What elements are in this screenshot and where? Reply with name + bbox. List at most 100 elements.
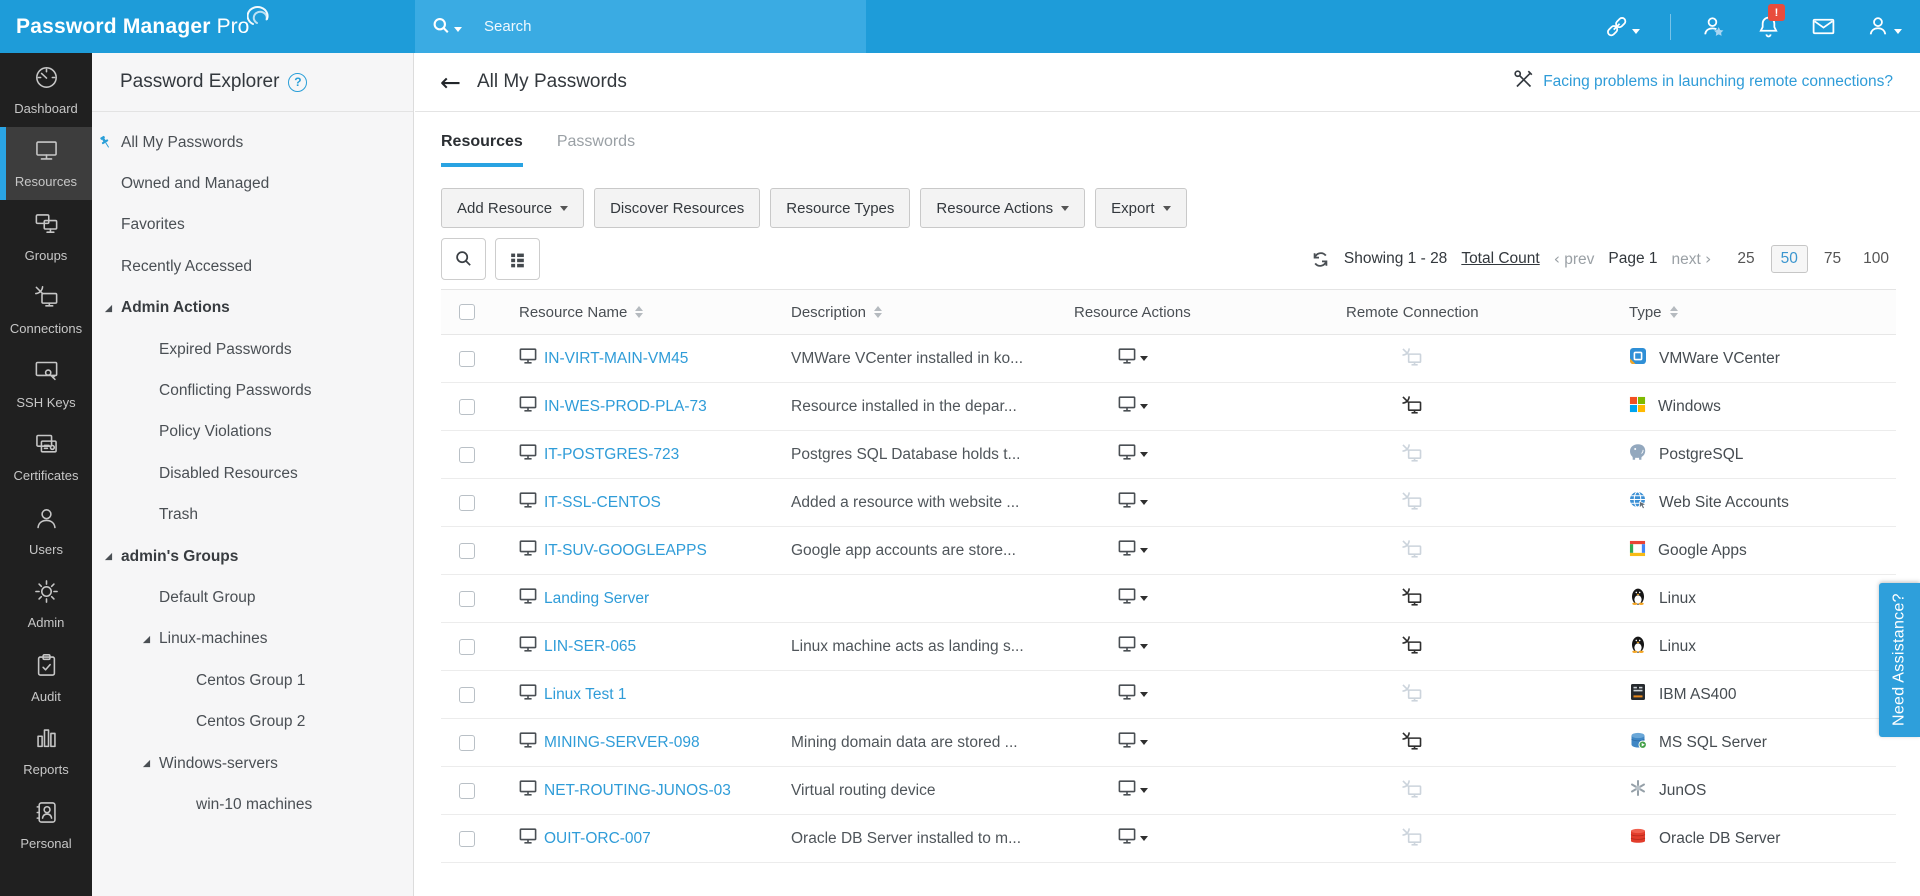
resource-name-link[interactable]: IN-VIRT-MAIN-VM45 [544,350,688,368]
resource-actions-menu[interactable] [1056,540,1286,561]
resource-actions-menu[interactable] [1056,348,1286,369]
sidebar-item-resources[interactable]: Resources [0,127,92,201]
account-person-icon[interactable] [1866,14,1902,39]
tree-expand-icon[interactable] [104,552,113,561]
sidebar-item-reports[interactable]: Reports [0,715,92,789]
resource-types-button[interactable]: Resource Types [770,188,910,228]
tree-item-all-my-passwords[interactable]: All My Passwords [92,122,413,163]
resource-actions-menu[interactable] [1056,492,1286,513]
column-header-type[interactable]: Type [1586,290,1896,335]
remote-connection-launch-icon[interactable] [1286,635,1586,659]
resource-name-link[interactable]: MINING-SERVER-098 [544,734,700,752]
remote-connection-launch-icon[interactable] [1286,395,1586,419]
page-size-25[interactable]: 25 [1731,246,1760,272]
add-resource-button[interactable]: Add Resource [441,188,584,228]
remote-connection-help-link[interactable]: Facing problems in launching remote conn… [1543,73,1893,91]
column-chooser-button[interactable] [495,238,540,280]
tree-item-win-10-machines[interactable]: win-10 machines [92,784,413,825]
resource-actions-button[interactable]: Resource Actions [920,188,1085,228]
row-checkbox[interactable] [459,735,475,751]
sidebar-item-admin[interactable]: Admin [0,568,92,642]
tree-expand-icon[interactable] [142,635,151,644]
resource-actions-menu[interactable] [1056,588,1286,609]
resource-name-link[interactable]: OUIT-ORC-007 [544,830,651,848]
table-search-button[interactable] [441,238,486,280]
total-count-link[interactable]: Total Count [1461,250,1539,268]
sort-icon[interactable] [1670,306,1678,319]
tree-item-admin-s-groups[interactable]: admin's Groups [92,536,413,577]
resource-actions-menu[interactable] [1056,828,1286,849]
tree-item-policy-violations[interactable]: Policy Violations [92,412,413,453]
sort-icon[interactable] [874,306,882,319]
tree-item-trash[interactable]: Trash [92,495,413,536]
row-checkbox[interactable] [459,639,475,655]
sidebar-item-users[interactable]: Users [0,494,92,568]
row-checkbox[interactable] [459,351,475,367]
back-arrow-icon[interactable]: ← [440,70,461,95]
export-button[interactable]: Export [1095,188,1186,228]
prev-page-button[interactable]: ‹ prev [1554,250,1595,269]
column-header-description[interactable]: Description [773,290,1056,335]
sidebar-item-connections[interactable]: Connections [0,274,92,348]
resource-actions-menu[interactable] [1056,684,1286,705]
resource-name-link[interactable]: NET-ROUTING-JUNOS-03 [544,782,731,800]
tree-expand-icon[interactable] [142,759,151,768]
explorer-help-icon[interactable]: ? [288,73,307,92]
sidebar-item-dashboard[interactable]: Dashboard [0,53,92,127]
tab-passwords[interactable]: Passwords [557,133,635,167]
tree-item-conflicting-passwords[interactable]: Conflicting Passwords [92,370,413,411]
row-checkbox[interactable] [459,831,475,847]
resource-name-link[interactable]: IT-SSL-CENTOS [544,494,661,512]
tree-item-owned-and-managed[interactable]: Owned and Managed [92,163,413,204]
resource-name-link[interactable]: LIN-SER-065 [544,638,636,656]
tree-item-default-group[interactable]: Default Group [92,577,413,618]
tree-item-linux-machines[interactable]: Linux-machines [92,619,413,660]
select-all-checkbox[interactable] [459,304,475,320]
sidebar-item-personal[interactable]: Personal [0,788,92,862]
search-scope-caret-icon[interactable] [454,27,462,32]
remote-connection-launch-icon[interactable] [1286,731,1586,755]
tab-resources[interactable]: Resources [441,133,523,167]
user-star-icon[interactable] [1701,14,1726,39]
row-checkbox[interactable] [459,783,475,799]
resource-actions-menu[interactable] [1056,780,1286,801]
sidebar-item-audit[interactable]: Audit [0,641,92,715]
resource-actions-menu[interactable] [1056,444,1286,465]
remote-connection-launch-icon[interactable] [1286,587,1586,611]
need-assistance-tab[interactable]: Need Assistance? [1879,583,1920,737]
tree-item-centos-group-2[interactable]: Centos Group 2 [92,701,413,742]
page-size-75[interactable]: 75 [1818,246,1847,272]
tree-item-centos-group-1[interactable]: Centos Group 1 [92,660,413,701]
page-size-50[interactable]: 50 [1771,245,1808,273]
resource-actions-menu[interactable] [1056,732,1286,753]
next-page-button[interactable]: next › [1672,250,1712,269]
resource-name-link[interactable]: Linux Test 1 [544,686,626,704]
sidebar-item-certificates[interactable]: Certificates [0,421,92,495]
row-checkbox[interactable] [459,591,475,607]
page-size-100[interactable]: 100 [1857,246,1895,272]
mail-icon[interactable] [1811,14,1836,39]
resource-name-link[interactable]: IT-POSTGRES-723 [544,446,679,464]
refresh-icon[interactable] [1311,250,1330,269]
sort-icon[interactable] [635,306,643,319]
row-checkbox[interactable] [459,495,475,511]
tree-item-recently-accessed[interactable]: Recently Accessed [92,246,413,287]
notifications-bell-icon[interactable]: ! [1756,14,1781,39]
row-checkbox[interactable] [459,543,475,559]
tree-item-admin-actions[interactable]: Admin Actions [92,288,413,329]
remote-link-icon[interactable] [1604,14,1640,39]
tree-item-windows-servers[interactable]: Windows-servers [92,743,413,784]
sidebar-item-ssh-keys[interactable]: SSH Keys [0,347,92,421]
discover-resources-button[interactable]: Discover Resources [594,188,760,228]
row-checkbox[interactable] [459,447,475,463]
resource-name-link[interactable]: Landing Server [544,590,649,608]
global-search-bar[interactable]: Search [415,0,866,53]
resource-name-link[interactable]: IT-SUV-GOOGLEAPPS [544,542,707,560]
column-header-resource-name[interactable]: Resource Name [501,290,773,335]
resource-actions-menu[interactable] [1056,396,1286,417]
resource-actions-menu[interactable] [1056,636,1286,657]
tree-item-disabled-resources[interactable]: Disabled Resources [92,453,413,494]
resource-name-link[interactable]: IN-WES-PROD-PLA-73 [544,398,707,416]
sidebar-item-groups[interactable]: Groups [0,200,92,274]
tree-item-favorites[interactable]: Favorites [92,205,413,246]
